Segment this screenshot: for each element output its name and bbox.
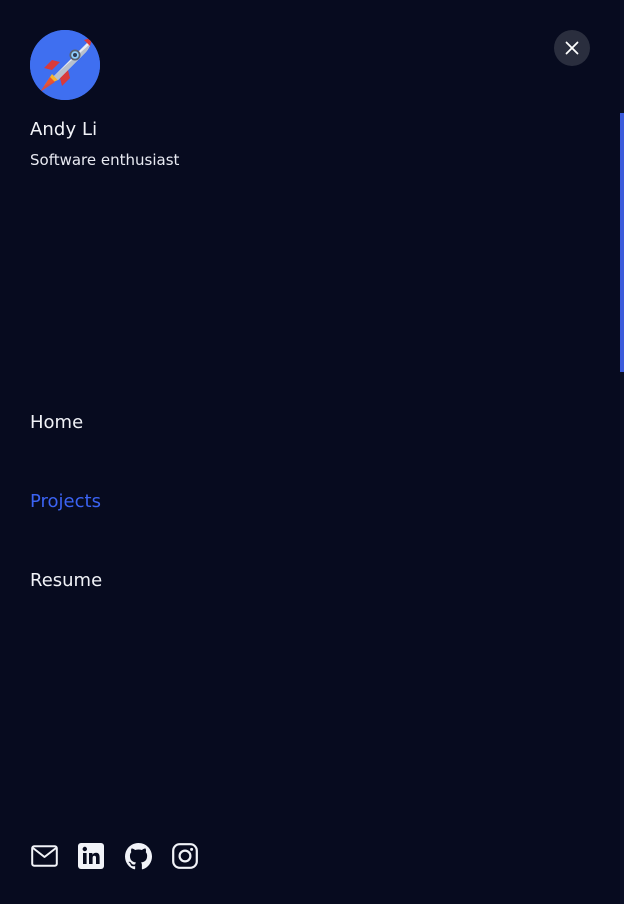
mail-link[interactable] (30, 842, 58, 870)
side-drawer: Andy Li Software enthusiast Home Project… (0, 0, 620, 904)
avatar (30, 30, 100, 100)
nav-item-home[interactable]: Home (30, 412, 83, 433)
github-link[interactable] (124, 842, 152, 870)
profile-name: Andy Li (30, 119, 98, 140)
linkedin-icon (78, 843, 104, 869)
instagram-icon (172, 843, 198, 869)
nav-item-resume[interactable]: Resume (30, 570, 102, 591)
nav-item-projects[interactable]: Projects (30, 491, 101, 512)
close-icon (565, 41, 579, 55)
rocket-icon (30, 30, 100, 100)
profile-tagline: Software enthusiast (30, 151, 180, 169)
instagram-link[interactable] (171, 842, 199, 870)
close-button[interactable] (554, 30, 590, 66)
mail-icon (30, 845, 58, 867)
linkedin-link[interactable] (77, 842, 105, 870)
scrollbar-thumb[interactable] (620, 113, 624, 372)
github-icon (124, 842, 152, 869)
scrollbar[interactable] (620, 0, 624, 904)
